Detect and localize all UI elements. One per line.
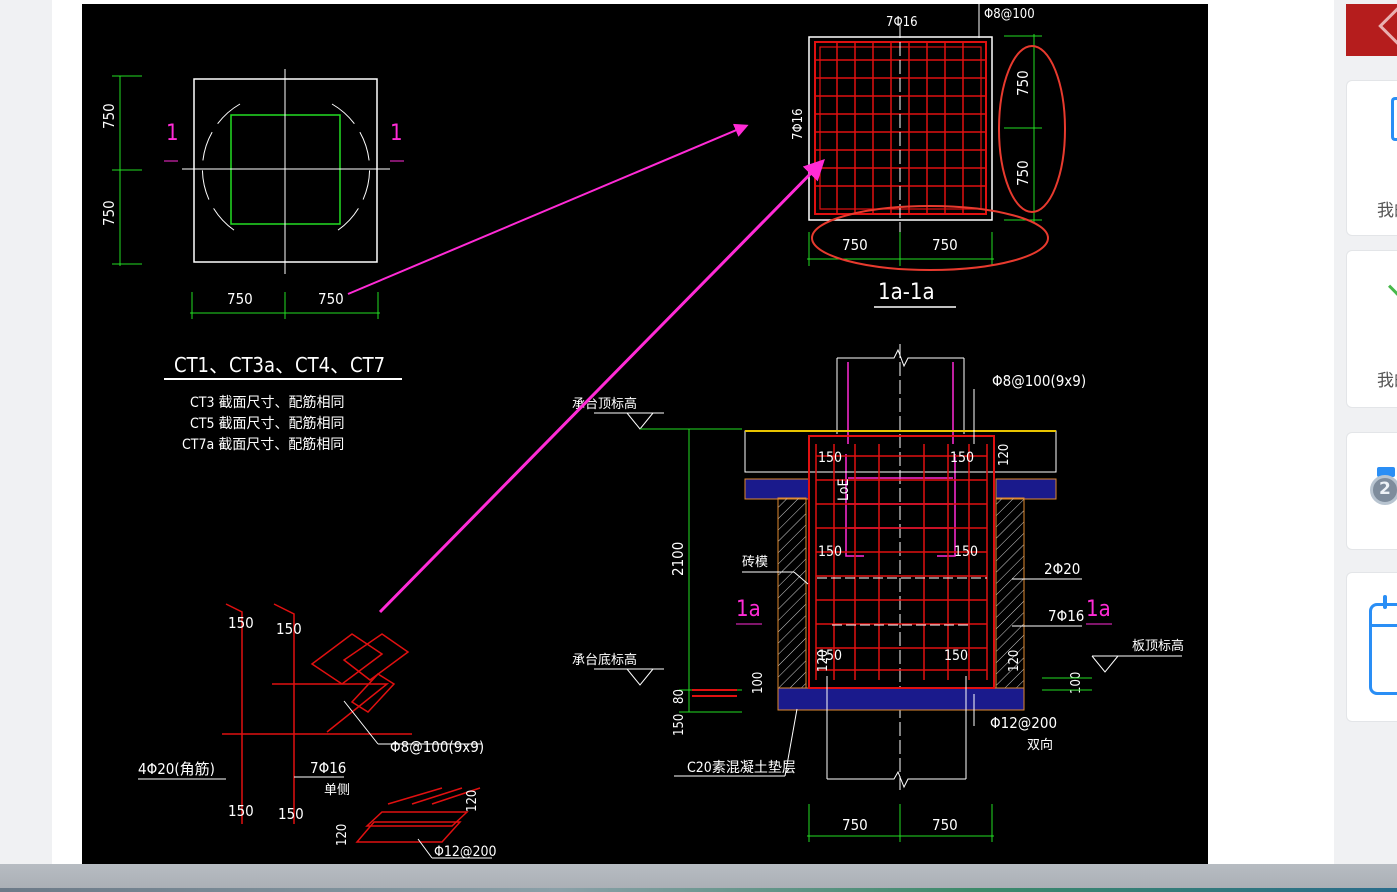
sect-dim-r2: 750 [1014, 160, 1032, 186]
plan-note-2: CT5 截面尺寸、配筋相同 [190, 415, 345, 432]
plan-dim-v1: 750 [100, 103, 118, 129]
sidebar-card-4[interactable] [1346, 572, 1397, 722]
plan-note-1: CT3 截面尺寸、配筋相同 [190, 394, 345, 411]
detail-side-bars-note: 单侧 [324, 783, 350, 798]
elev-section-mark-right: 1a [1086, 597, 1111, 622]
taskbar-strip [0, 888, 1397, 892]
rebar-detail-labels: 150 150 150 150 Φ8@100(9x9) 4Φ20(角筋) 7Φ1… [138, 614, 497, 860]
elev-mesh: Φ12@200 [990, 714, 1057, 732]
sidebar-card-1-label: 我的 [1377, 201, 1397, 221]
elev-slab-top-level: 板顶标高 [1132, 638, 1184, 654]
elev-cap-bottom-level: 承台底标高 [572, 652, 637, 668]
plan-view: 750 750 750 750 1 1 CT1、CT3a、CT4、CT7 CT3… [100, 69, 404, 453]
elev-dim-150-b: 150 [950, 450, 974, 466]
sidebar-card-3[interactable]: 2 [1346, 432, 1397, 550]
elev-dim-100-b: 100 [1069, 672, 1084, 694]
elev-cushion: C20素混凝土垫层 [687, 760, 796, 776]
sidebar-banner[interactable] [1346, 4, 1397, 56]
plan-dim-h2: 750 [318, 290, 344, 308]
sect-label-left: 7Φ16 [791, 108, 806, 140]
sect-dim-r1: 750 [1014, 70, 1032, 96]
elev-section-mark-left: 1a [736, 597, 761, 622]
sect-label-stirrup: Φ8@100 [984, 7, 1035, 22]
annotation-arrows [347, 123, 825, 614]
plan-dim-v2: 750 [100, 200, 118, 226]
elev-brick-label: 砖模 [742, 555, 768, 570]
plan-dim-h1: 750 [227, 290, 253, 308]
taskbar [0, 864, 1397, 892]
elev-dim-b2: 750 [932, 816, 958, 834]
elev-dim-120-a: 120 [997, 444, 1012, 466]
plan-note-3: CT7a 截面尺寸、配筋相同 [182, 436, 344, 453]
elev-dim-120-b: 120 [816, 650, 831, 672]
plan-section-mark-left: 1 [166, 121, 179, 146]
check-icon [1388, 279, 1397, 296]
detail-mesh: Φ12@200 [434, 844, 497, 860]
elev-dim-150-a: 150 [818, 450, 842, 466]
elev-dim-150-c: 150 [818, 544, 842, 560]
sect-title: 1a-1a [878, 280, 935, 305]
detail-side-bars: 7Φ16 [310, 759, 346, 777]
detail-dim-150-a: 150 [228, 614, 254, 632]
detail-stirrup: Φ8@100(9x9) [390, 738, 484, 756]
elev-mesh-dir: 双向 [1027, 737, 1053, 753]
plan-title: CT1、CT3a、CT4、CT7 [174, 353, 385, 377]
elev-stirrup: Φ8@100(9x9) [992, 372, 1086, 390]
cap-elevation: 150 150 150 150 150 150 LoE 120 120 120 … [572, 344, 1184, 842]
elev-dim-150-g: 150 [672, 714, 687, 736]
section-1a: 7Φ16 Φ8@100 7Φ16 750 750 750 750 1a-1a [791, 4, 1066, 308]
detail-dim-120-b: 120 [335, 824, 350, 846]
sidebar-card-1[interactable]: 我的 [1346, 80, 1397, 236]
detail-dim-150-c: 150 [228, 802, 254, 820]
elev-dim-100-a: 100 [751, 672, 766, 694]
plan-section-mark-right: 1 [390, 121, 403, 146]
sect-label-top: 7Φ16 [886, 15, 918, 30]
sect-dim-b2: 750 [932, 236, 958, 254]
elev-bar-2: 2Φ20 [1044, 560, 1080, 578]
elev-dim-150-d: 150 [954, 544, 978, 560]
cad-drawing[interactable]: 750 750 750 750 1 1 CT1、CT3a、CT4、CT7 CT3… [82, 4, 1208, 864]
elev-dim-120-c: 120 [1007, 650, 1022, 672]
rebar-detail [222, 603, 481, 843]
detail-dim-150-d: 150 [278, 805, 304, 823]
medal-icon: 2 [1370, 475, 1397, 505]
calendar-icon [1369, 603, 1397, 695]
sidebar-card-2-label: 我的 [1377, 371, 1397, 391]
elev-dim-80: 80 [672, 689, 687, 704]
sect-dim-b1: 750 [842, 236, 868, 254]
detail-dim-120-a: 120 [465, 790, 480, 812]
right-sidebar: 我的 我的 2 [1346, 0, 1397, 864]
elev-dim-b1: 750 [842, 816, 868, 834]
sidebar-card-2[interactable]: 我的 [1346, 250, 1397, 408]
detail-dim-150-b: 150 [276, 620, 302, 638]
detail-corner-bars: 4Φ20(角筋) [138, 760, 215, 778]
elev-depth: 2100 [669, 542, 687, 576]
elev-dim-150-f: 150 [944, 648, 968, 664]
highlight-ellipse-right [998, 45, 1066, 213]
elev-bar-7: 7Φ16 [1048, 607, 1084, 625]
diamond-icon [1378, 6, 1397, 46]
document-icon [1391, 97, 1397, 141]
elev-cap-top-level: 承台顶标高 [572, 396, 637, 412]
elev-loe: LoE [836, 479, 852, 501]
